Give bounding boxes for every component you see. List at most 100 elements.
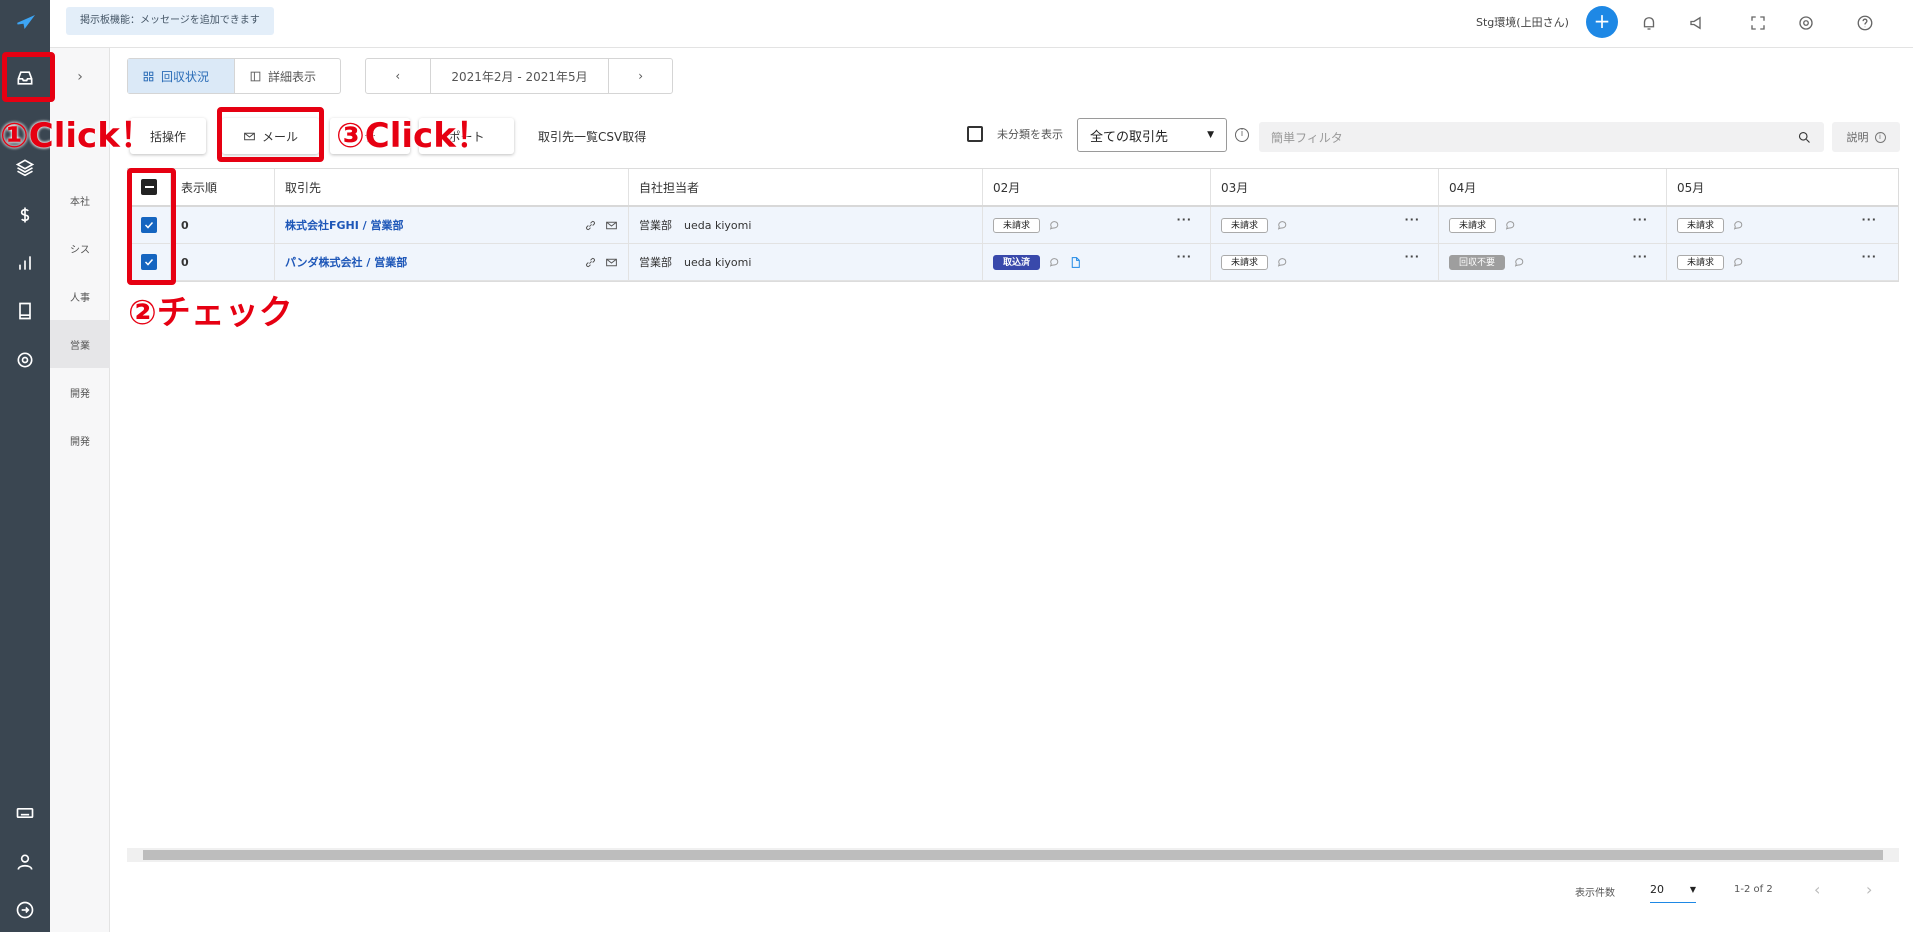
more-options-icon[interactable]: ··· [1861,250,1877,263]
mail-icon[interactable] [605,219,618,232]
sub-navigation: › 本社 シス 人事 営業 開発 開発 [50,48,110,932]
status-badge[interactable]: 未請求 [1221,254,1269,270]
document-icon[interactable] [1069,256,1082,269]
horizontal-scrollbar[interactable] [127,848,1899,862]
expand-nav-button[interactable]: › [50,48,110,106]
subnav-item-sales[interactable]: 営業 [50,320,110,368]
annotation-box-checks [127,168,176,285]
tab-collection-status[interactable]: 回収状況 [128,59,234,93]
link-icon[interactable] [584,219,597,232]
caret-down-icon: ▼ [1689,885,1696,894]
subnav-item-sys[interactable]: シス [50,224,110,272]
subnav-item-dev-2[interactable]: 開発 [50,416,110,464]
month-cell: 未請求 ··· [1211,244,1439,280]
book-icon[interactable] [0,289,50,333]
header-order[interactable]: 表示順 [171,169,275,205]
prev-period-button[interactable]: ‹ [366,59,430,93]
app-logo-icon[interactable] [0,0,50,44]
per-page-value: 20 [1650,883,1664,896]
fullscreen-icon[interactable] [1747,12,1769,34]
month-cell: 未請求 ··· [1667,207,1895,243]
month-cell: 未請求 ··· [1439,207,1667,243]
top-bar: 掲示板機能：メッセージを追加できます Stg環境(上田さん) + [50,0,1913,48]
comment-icon[interactable] [1513,256,1526,269]
info-icon[interactable]: i [1235,128,1249,142]
row-owner-cell: 営業部 ueda kiyomi [629,207,983,243]
status-badge[interactable]: 未請求 [1677,217,1725,233]
bell-icon[interactable] [1638,12,1660,34]
header-month-04: 04月 [1439,169,1667,205]
gear-icon[interactable] [0,338,50,382]
client-link[interactable]: 株式会社FGHI / 営業部 [285,217,404,233]
help-button[interactable]: 説明 i [1832,122,1900,152]
per-page-label: 表示件数 [1575,888,1615,899]
more-options-icon[interactable]: ··· [1632,213,1648,226]
more-options-icon[interactable]: ··· [1404,250,1420,263]
user-icon[interactable] [0,840,50,884]
support-icon[interactable] [1795,12,1817,34]
comment-icon[interactable] [1732,256,1745,269]
date-range-label[interactable]: 2021年2月 - 2021年5月 [429,59,609,93]
logout-icon[interactable] [0,888,50,932]
owner-dept: 営業部 [639,219,672,232]
dollar-icon[interactable] [0,193,50,237]
header-owner[interactable]: 自社担当者 [629,169,983,205]
add-button[interactable]: + [1586,6,1618,38]
unclassified-checkbox[interactable] [967,126,983,142]
annotation-step-2: ②チェック [128,293,293,333]
subnav-item-hr[interactable]: 人事 [50,272,110,320]
comment-icon[interactable] [1504,219,1517,232]
row-order: 0 [171,207,275,243]
search-filter-input[interactable]: 簡単フィルタ [1259,122,1824,152]
unclassified-toggle[interactable]: 未分類を表示 [967,126,1063,142]
more-options-icon[interactable]: ··· [1176,213,1192,226]
help-label: 説明 [1846,131,1869,144]
csv-download-link[interactable]: 取引先一覧CSV取得 [538,128,646,145]
prev-page-icon[interactable]: ‹ [1814,880,1820,899]
row-order: 0 [171,244,275,280]
unclassified-label: 未分類を表示 [997,128,1063,141]
clients-table: 表示順 取引先 自社担当者 02月 03月 04月 05月 0 株式会社FGHI… [127,168,1899,282]
status-badge[interactable]: 取込済 [993,254,1041,270]
comment-icon[interactable] [1276,256,1289,269]
subnav-item-honsha[interactable]: 本社 [50,176,110,224]
more-options-icon[interactable]: ··· [1632,250,1648,263]
annotation-box-mail [217,107,324,162]
view-toggle: 回収状況 詳細表示 [127,58,341,94]
caret-down-icon: ▼ [1207,130,1214,140]
status-badge[interactable]: 未請求 [1449,217,1497,233]
header-client[interactable]: 取引先 [275,169,629,205]
keyboard-icon[interactable] [0,791,50,835]
tab-detail-view[interactable]: 詳細表示 [234,59,340,93]
status-badge[interactable]: 未請求 [1677,254,1725,270]
per-page-select[interactable]: 20 ▼ [1650,877,1696,903]
more-options-icon[interactable]: ··· [1404,213,1420,226]
mail-icon[interactable] [605,256,618,269]
month-cell: 未請求 ··· [1667,244,1895,280]
more-options-icon[interactable]: ··· [1176,250,1192,263]
status-badge[interactable]: 回収不要 [1449,254,1506,270]
comment-icon[interactable] [1276,219,1289,232]
bar-chart-icon[interactable] [0,241,50,285]
help-circle-icon[interactable] [1854,12,1876,34]
month-cell: 回収不要 ··· [1439,244,1667,280]
link-icon[interactable] [584,256,597,269]
grid-icon [143,71,154,81]
next-page-icon[interactable]: › [1866,880,1872,899]
client-select[interactable]: 全ての取引先 ▼ [1077,118,1227,152]
next-period-button[interactable]: › [608,59,672,93]
notice-banner[interactable]: 掲示板機能：メッセージを追加できます [66,7,274,35]
subnav-item-dev-1[interactable]: 開発 [50,368,110,416]
comment-icon[interactable] [1048,219,1061,232]
status-badge[interactable]: 未請求 [1221,217,1269,233]
owner-name: ueda kiyomi [684,255,752,269]
date-range-picker: ‹ 2021年2月 - 2021年5月 › [365,58,673,94]
client-link[interactable]: パンダ株式会社 / 営業部 [285,254,407,270]
status-badge[interactable]: 未請求 [993,217,1041,233]
comment-icon[interactable] [1732,219,1745,232]
more-options-icon[interactable]: ··· [1861,213,1877,226]
scrollbar-thumb[interactable] [143,850,1883,860]
info-icon: i [1874,131,1886,143]
comment-icon[interactable] [1048,256,1061,269]
megaphone-icon[interactable] [1686,12,1708,34]
